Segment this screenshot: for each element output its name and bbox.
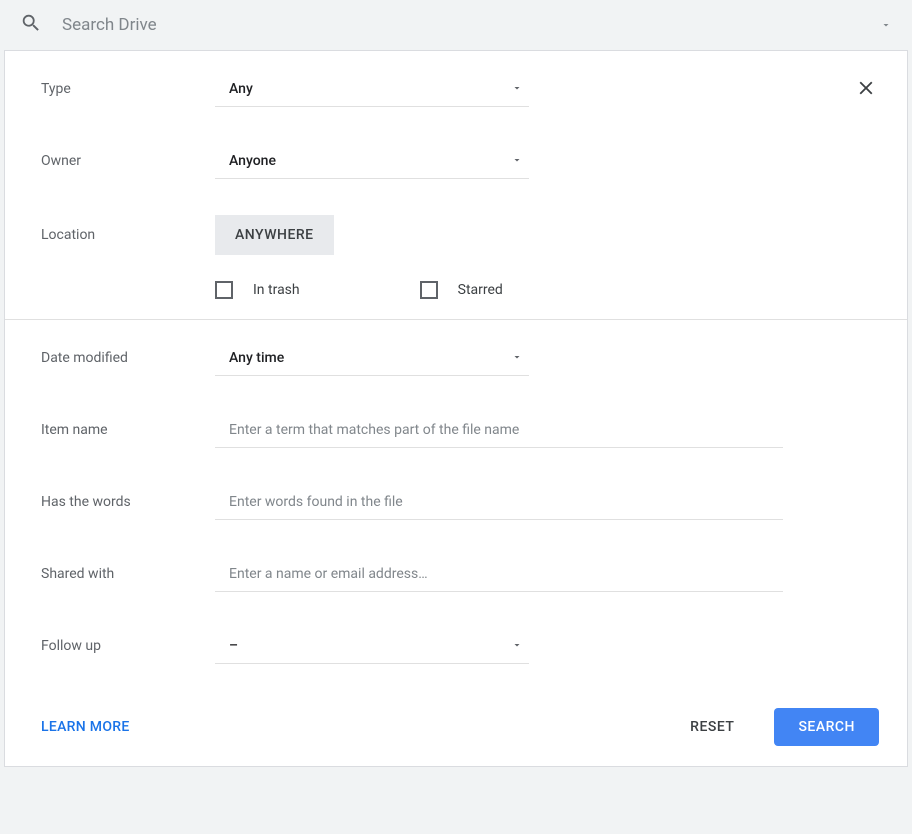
search-bar [0,0,912,50]
learn-more-link[interactable]: LEARN MORE [41,719,130,735]
starred-label: Starred [458,282,503,298]
shared-with-input[interactable] [215,556,783,592]
label-location: Location [41,227,215,243]
starred-checkbox[interactable] [420,281,438,299]
panel-section-bottom: Date modified Any time Item name Has the… [5,319,907,692]
chevron-down-icon [511,348,523,367]
has-words-input[interactable] [215,484,783,520]
date-modified-value: Any time [229,350,284,366]
type-select[interactable]: Any [215,71,529,107]
item-name-input[interactable] [215,412,783,448]
close-button[interactable] [855,77,877,103]
row-location: Location ANYWHERE [41,215,871,255]
follow-up-value: – [229,638,238,654]
row-owner: Owner Anyone [41,143,871,179]
type-select-value: Any [229,81,253,97]
search-icon[interactable] [20,12,42,38]
row-shared-with: Shared with [41,556,871,592]
row-follow-up: Follow up – [41,628,871,664]
label-item-name: Item name [41,422,215,438]
in-trash-label: In trash [253,282,300,298]
search-input[interactable] [62,15,880,35]
label-has-words: Has the words [41,494,215,510]
owner-select[interactable]: Anyone [215,143,529,179]
location-chip[interactable]: ANYWHERE [215,215,334,255]
date-modified-select[interactable]: Any time [215,340,529,376]
chevron-down-icon [511,79,523,98]
search-button[interactable]: SEARCH [774,708,879,746]
row-date-modified: Date modified Any time [41,340,871,376]
label-shared-with: Shared with [41,566,215,582]
label-date-modified: Date modified [41,350,215,366]
row-type: Type Any [41,71,871,107]
in-trash-checkbox[interactable] [215,281,233,299]
chevron-down-icon [511,151,523,170]
reset-button[interactable]: RESET [670,709,754,745]
chevron-down-icon [511,636,523,655]
label-type: Type [41,81,215,97]
checkbox-row: In trash Starred [41,281,871,299]
label-owner: Owner [41,153,215,169]
starred-group: Starred [420,281,503,299]
panel-section-top: Type Any Owner Anyone Location ANYWHERE [5,51,907,319]
panel-footer: LEARN MORE RESET SEARCH [5,692,907,766]
label-follow-up: Follow up [41,638,215,654]
owner-select-value: Anyone [229,153,276,169]
follow-up-select[interactable]: – [215,628,529,664]
advanced-search-panel: Type Any Owner Anyone Location ANYWHERE [4,50,908,767]
in-trash-group: In trash [215,281,300,299]
row-has-words: Has the words [41,484,871,520]
row-item-name: Item name [41,412,871,448]
search-options-caret-icon[interactable] [880,16,892,35]
